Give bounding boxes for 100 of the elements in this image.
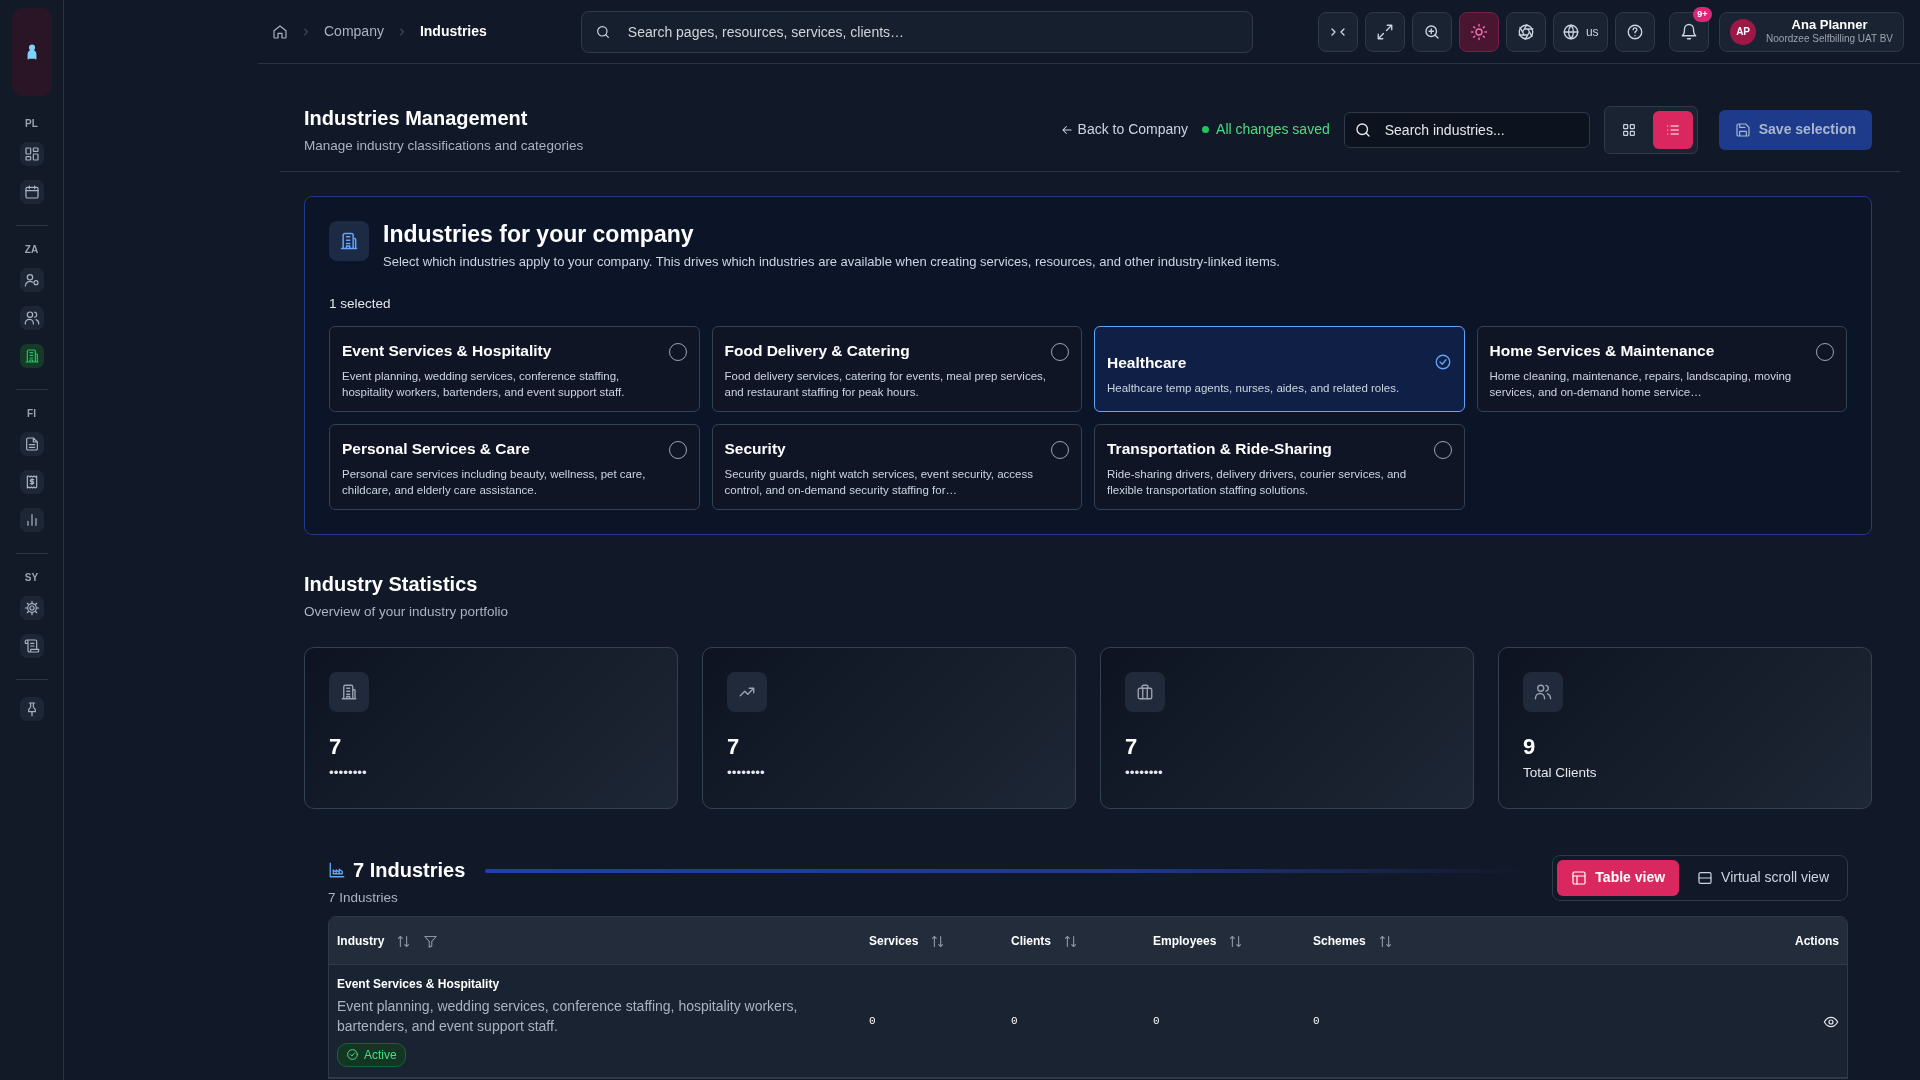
building-icon: [23, 348, 40, 364]
dashboard-icon: [23, 146, 40, 162]
sort-icon: [1228, 934, 1244, 950]
users-icon: [1534, 682, 1552, 701]
sidebar-item[interactable]: [19, 470, 44, 494]
scroll-icon: [23, 638, 40, 654]
sidebar-item[interactable]: [19, 634, 44, 658]
toolbar-button[interactable]: [1505, 11, 1546, 52]
table-cell-text: 0: [1153, 1013, 1161, 1029]
industry-description: Healthcare temp agents, nurses, aides, and related roles.: [1107, 381, 1401, 397]
stat-label: ••••••••: [329, 763, 368, 782]
settings-icon: [23, 600, 40, 616]
sort-icon: [396, 934, 412, 950]
eye-icon: [1823, 1014, 1839, 1030]
building-icon: [339, 231, 359, 251]
sidebar-item[interactable]: [19, 180, 44, 204]
globe-icon: [1561, 22, 1580, 41]
building-icon: [340, 682, 358, 701]
section-title: Industry Statistics: [304, 571, 479, 597]
breadcrumb-item: Industries: [419, 22, 487, 41]
industry-description: Personal care services including beauty, wellness, pet care, childcare, and elderly care assistance.: [342, 467, 647, 499]
pin-button[interactable]: [19, 697, 44, 721]
help-button[interactable]: [1614, 11, 1655, 52]
avatar: AP: [1730, 18, 1757, 45]
document-icon: [23, 436, 40, 452]
column-header[interactable]: Services: [869, 931, 919, 950]
breadcrumb-item[interactable]: Company: [324, 21, 384, 42]
industry-description: Event planning, wedding services, conference staffing, hospitality workers, bartenders, and event support staff.: [342, 369, 626, 401]
user-menu[interactable]: AP Ana Planner Noordzee Selfbilling UAT BV: [1719, 11, 1904, 52]
column-header[interactable]: Industry: [337, 931, 385, 950]
sort-icon: [930, 934, 946, 950]
industry-card[interactable]: Personal Services & Care Personal care services including beauty, wellness, pet care, childcare, and elderly care assistance.: [329, 423, 700, 510]
status-tag: Active: [337, 1042, 406, 1067]
table-cell-text: 0: [1011, 1013, 1019, 1029]
zoom-in-icon: [1422, 22, 1441, 41]
industry-name: Food Delivery & Catering: [724, 341, 911, 362]
stat-value: 7: [1125, 732, 1139, 761]
column-header[interactable]: Clients: [1011, 931, 1051, 950]
status-dot: [1202, 126, 1210, 133]
sidebar-item[interactable]: [19, 344, 44, 368]
theme-button[interactable]: [1458, 11, 1499, 52]
stat-label: ••••••••: [727, 763, 766, 782]
selected-count: 1 selected: [329, 294, 392, 313]
industry-card[interactable]: Event Services & Hospitality Event planning, wedding services, conference staffing, hospitality workers, bartenders, and event support staff.: [329, 325, 700, 412]
page-subtitle: Manage industry classifications and categories: [304, 137, 584, 156]
industry-description: Home cleaning, maintenance, repairs, landscaping, moving services, and on-demand home service…: [1489, 369, 1793, 401]
industry-description: Ride-sharing drivers, delivery drivers, courier services, and flexible transportation staffing solutions.: [1107, 467, 1408, 499]
section-label: PL: [25, 117, 38, 131]
sidebar-item[interactable]: [19, 432, 44, 456]
column-header[interactable]: Schemes: [1313, 931, 1366, 950]
section-subtitle: Overview of your industry portfolio: [304, 603, 510, 622]
view-mode-button[interactable]: [1652, 110, 1693, 149]
rows-icon: [1697, 869, 1714, 886]
sort-icon: [1063, 934, 1078, 950]
toolbar-button[interactable]: [1411, 11, 1452, 52]
industry-name: Home Services & Maintenance: [1489, 341, 1716, 362]
section-title: Industries for your company: [383, 221, 695, 249]
notification-badge: 9+: [1693, 6, 1712, 22]
aperture-icon: [1516, 22, 1535, 41]
sidebar-item[interactable]: [19, 142, 44, 166]
industry-card[interactable]: Healthcare Healthcare temp agents, nurses, aides, and related roles.: [1094, 325, 1465, 412]
filter-icon: [423, 934, 439, 950]
section-label: SY: [24, 571, 39, 585]
list-subtitle: 7 Industries: [328, 889, 399, 908]
users-icon: [23, 310, 40, 326]
back-link[interactable]: Back to Company: [1059, 119, 1189, 140]
industry-name: Security: [724, 439, 787, 460]
section-label: FI: [27, 407, 36, 421]
sidebar-item[interactable]: [19, 596, 44, 620]
chart-icon: [328, 861, 346, 880]
table-icon: [1571, 869, 1588, 886]
help-icon: [1625, 22, 1644, 41]
sidebar-item[interactable]: [19, 268, 44, 292]
expand-icon: [1375, 22, 1394, 41]
industry-card[interactable]: Food Delivery & Catering Food delivery services, catering for events, meal prep services, and restaurant staffing for peak hours.: [711, 325, 1082, 412]
save-selection-button[interactable]: Save selection: [1718, 109, 1872, 150]
view-tab[interactable]: Table view: [1557, 859, 1680, 896]
column-header[interactable]: Employees: [1153, 931, 1217, 950]
industry-card[interactable]: Security Security guards, night watch services, event security, access control, and on-demand security staffing for…: [711, 423, 1082, 510]
view-tab[interactable]: Virtual scroll view: [1683, 859, 1843, 896]
home-icon: [272, 24, 288, 41]
company-name: Noordzee Selfbilling UAT BV: [1766, 32, 1893, 45]
search-field[interactable]: Search pages, resources, services, clients…: [580, 10, 1253, 53]
stat-label: Total Clients: [1523, 763, 1598, 782]
stat-label: ••••••••: [1125, 763, 1164, 782]
sun-icon: [1469, 22, 1488, 41]
save-status: All changes saved: [1216, 120, 1330, 139]
industry-card[interactable]: Transportation & Ride-Sharing Ride-sharing drivers, delivery drivers, courier services, and flexible transportation staffing solutions.: [1094, 423, 1465, 510]
language-button[interactable]: us: [1552, 11, 1608, 52]
search-icon: [594, 23, 611, 40]
stat-value: 7: [727, 732, 741, 761]
sidebar-item[interactable]: [19, 508, 44, 532]
industry-card[interactable]: Home Services & Maintenance Home cleaning, maintenance, repairs, landscaping, moving services, and on-demand home service…: [1476, 325, 1847, 412]
calendar-icon: [23, 184, 40, 200]
logo[interactable]: [11, 8, 52, 96]
column-header: Actions: [1794, 932, 1839, 950]
industry-search-field[interactable]: Search industries...: [1343, 111, 1590, 148]
industry-name: Healthcare: [1107, 353, 1188, 374]
industry-name: Personal Services & Care: [342, 439, 531, 460]
sidebar-item[interactable]: [19, 306, 44, 330]
